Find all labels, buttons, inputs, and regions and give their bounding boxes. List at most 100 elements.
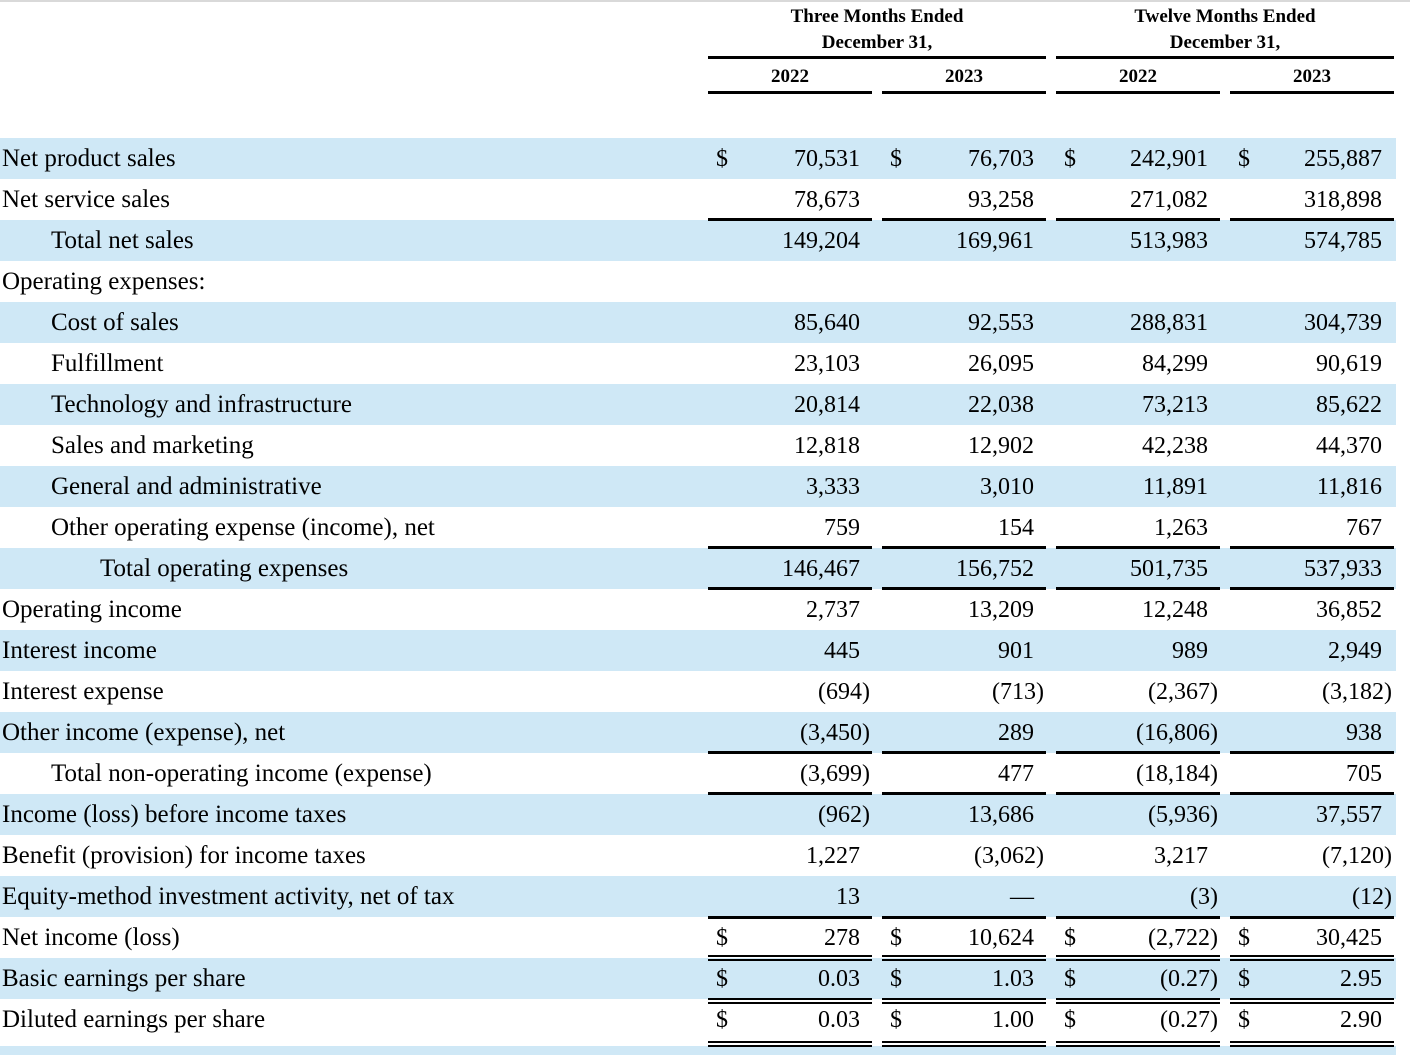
cell-q2022: (962) bbox=[818, 802, 870, 828]
total-double-rule bbox=[708, 1002, 872, 1004]
table-row: General and administrative 3,333 3,010 11,8… bbox=[0, 466, 1396, 507]
cell-q2022: 149,204 bbox=[782, 228, 860, 254]
cell-q2022: 445 bbox=[824, 638, 860, 664]
table-row: Net income (loss) $278 $10,624 $ (2,722) $30,… bbox=[0, 917, 1396, 958]
total-double-rule bbox=[882, 998, 1046, 1000]
table-row: Operating income 2,737 13,209 12,248 36,852 bbox=[0, 589, 1396, 630]
cell-q2023: (713) bbox=[992, 679, 1044, 705]
row-label: Net service sales bbox=[2, 186, 170, 213]
subtotal-rule bbox=[708, 916, 872, 919]
row-label: Income (loss) before income taxes bbox=[2, 801, 347, 828]
table-row: Benefit (provision) for income taxes 1,22… bbox=[0, 835, 1396, 876]
year-header-q-2023: 2023 bbox=[945, 66, 983, 87]
cell-y2022: 242,901 bbox=[1130, 146, 1208, 172]
total-double-rule bbox=[1230, 959, 1394, 961]
subtotal-rule bbox=[708, 587, 872, 590]
cell-q2022: 146,467 bbox=[782, 556, 860, 582]
cell-y2023: 938 bbox=[1346, 720, 1382, 746]
cell-q2023: 3,010 bbox=[980, 474, 1034, 500]
cell-y2023: 705 bbox=[1346, 761, 1382, 787]
subtotal-rule bbox=[1056, 792, 1220, 795]
cell-q2022: 3,333 bbox=[806, 474, 860, 500]
row-label: Other income (expense), net bbox=[2, 719, 286, 746]
twelve-months-line1: Twelve Months Ended bbox=[1134, 6, 1316, 27]
table-row: Diluted earnings per share $0.03 $1.00 $ (0.… bbox=[0, 999, 1396, 1040]
row-label: Other operating expense (income), net bbox=[51, 514, 435, 541]
cell-y2023: 2,949 bbox=[1328, 638, 1382, 664]
table-row: Total operating expenses 146,467 156,752 50… bbox=[0, 548, 1396, 589]
row-label: Benefit (provision) for income taxes bbox=[2, 842, 366, 869]
total-double-rule bbox=[1230, 1045, 1394, 1047]
row-label: Cost of sales bbox=[51, 309, 179, 336]
cell-q2022 bbox=[710, 261, 860, 302]
subtotal-rule bbox=[708, 751, 872, 754]
cell-q2022: (3,699) bbox=[800, 761, 870, 787]
cell-y2022: (5,936) bbox=[1148, 802, 1218, 828]
subtotal-rule bbox=[1230, 546, 1394, 549]
cell-y2023: 2.95 bbox=[1340, 966, 1382, 992]
total-double-rule bbox=[1056, 1041, 1220, 1043]
subtotal-rule bbox=[882, 916, 1046, 919]
row-label: Net product sales bbox=[2, 145, 176, 172]
row-label: Interest expense bbox=[2, 678, 164, 705]
cell-y2023: 85,622 bbox=[1316, 392, 1382, 418]
cell-y2022: (16,806) bbox=[1136, 720, 1218, 746]
row-label: Operating expenses: bbox=[2, 268, 206, 295]
cell-q2023: 477 bbox=[998, 761, 1034, 787]
total-double-rule bbox=[1230, 1002, 1394, 1004]
cell-q2022: 1,227 bbox=[806, 843, 860, 869]
twelve-months-underline bbox=[1056, 56, 1394, 59]
subtotal-rule bbox=[1056, 546, 1220, 549]
subtotal-rule bbox=[882, 218, 1046, 221]
total-double-rule bbox=[708, 1041, 872, 1043]
row-label: Interest income bbox=[2, 637, 157, 664]
year-underline bbox=[882, 91, 1046, 94]
cell-q2022: 0.03 bbox=[818, 1007, 860, 1033]
cell-q2023: 76,703 bbox=[968, 146, 1034, 172]
cell-q2022: 70,531 bbox=[794, 146, 860, 172]
year-underline bbox=[1230, 91, 1394, 94]
total-double-rule bbox=[1056, 1045, 1220, 1047]
total-double-rule bbox=[1056, 998, 1220, 1000]
cell-y2022: 989 bbox=[1172, 638, 1208, 664]
row-label: Diluted earnings per share bbox=[2, 1006, 266, 1033]
cell-q2022: 78,673 bbox=[794, 187, 860, 213]
table-row: Interest expense (694) (713) (2,367) (3,182) bbox=[0, 671, 1396, 712]
cell-y2022: (2,722) bbox=[1148, 925, 1218, 951]
cell-y2022: (3) bbox=[1190, 884, 1218, 910]
twelve-months-line2: December 31, bbox=[1169, 32, 1281, 53]
cell-q2023: 169,961 bbox=[956, 228, 1034, 254]
twelve-months-header: Twelve Months Ended December 31, bbox=[1056, 4, 1394, 56]
table-row: Sales and marketing 12,818 12,902 42,238 44,… bbox=[0, 425, 1396, 466]
top-border bbox=[0, 0, 1410, 2]
cell-y2023: 37,557 bbox=[1316, 802, 1382, 828]
row-label: Basic earnings per share bbox=[2, 965, 246, 992]
row-label: Sales and marketing bbox=[51, 432, 254, 459]
row-label: Total net sales bbox=[51, 227, 194, 254]
cell-y2022: 1,263 bbox=[1154, 515, 1208, 541]
cell-q2023: 13,686 bbox=[968, 802, 1034, 828]
table-row: Net product sales $70,531 $76,703 $242,901 $… bbox=[0, 138, 1396, 179]
cell-q2023: 92,553 bbox=[968, 310, 1034, 336]
bottom-shade-strip bbox=[0, 1046, 1396, 1055]
cell-y2022: (0.27) bbox=[1160, 1007, 1218, 1033]
table-row: Technology and infrastructure 20,814 22,03… bbox=[0, 384, 1396, 425]
cell-y2022: (2,367) bbox=[1148, 679, 1218, 705]
cell-y2022: 42,238 bbox=[1142, 433, 1208, 459]
total-double-rule bbox=[1230, 998, 1394, 1000]
cell-y2023: (7,120) bbox=[1322, 843, 1392, 869]
cell-y2022: (0.27) bbox=[1160, 966, 1218, 992]
year-header-q-2022: 2022 bbox=[771, 66, 809, 87]
subtotal-rule bbox=[708, 546, 872, 549]
cell-y2023: 304,739 bbox=[1304, 310, 1382, 336]
cell-y2023: 537,933 bbox=[1304, 556, 1382, 582]
total-double-rule bbox=[882, 1041, 1046, 1043]
cell-q2023: 154 bbox=[998, 515, 1034, 541]
total-double-rule bbox=[708, 1045, 872, 1047]
row-label: Total operating expenses bbox=[100, 555, 349, 582]
subtotal-rule bbox=[1230, 587, 1394, 590]
table-row: Equity-method investment activity, net o… bbox=[0, 876, 1396, 917]
row-label: Net income (loss) bbox=[2, 924, 180, 951]
cell-q2023: 13,209 bbox=[968, 597, 1034, 623]
subtotal-rule bbox=[1230, 218, 1394, 221]
